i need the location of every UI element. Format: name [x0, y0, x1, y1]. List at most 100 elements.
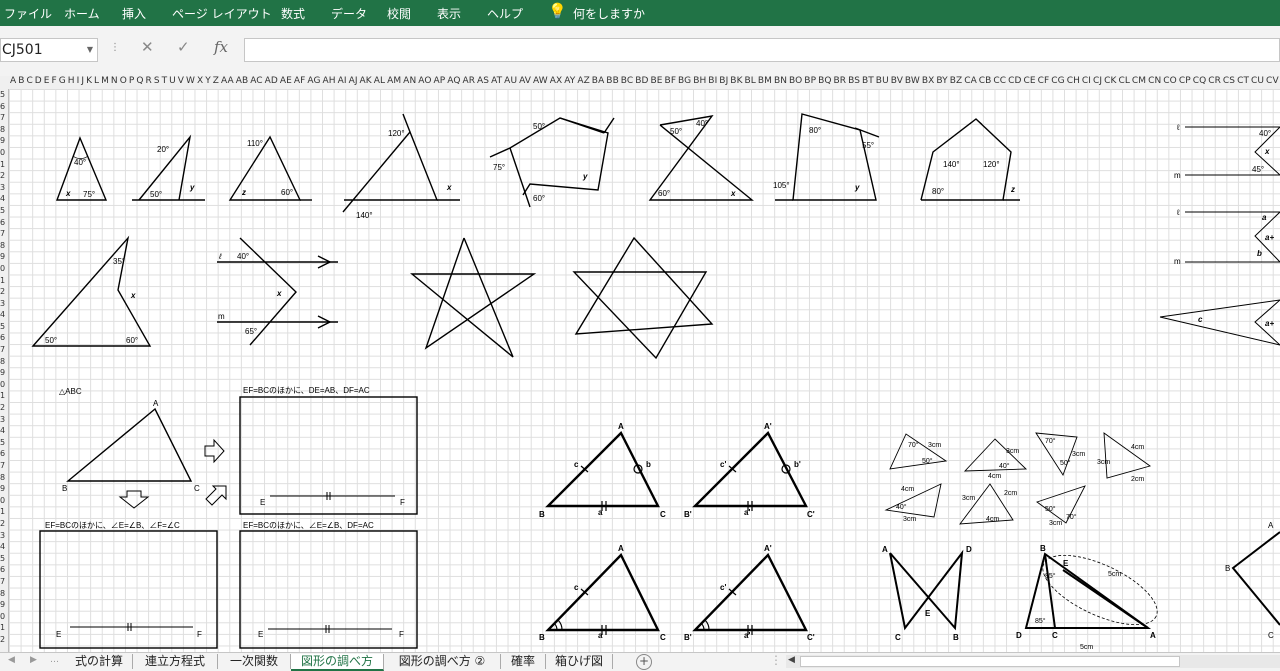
angle-label: 80°: [809, 126, 821, 135]
rhombus-shape[interactable]: [1231, 531, 1280, 626]
angle-label: x: [65, 189, 71, 198]
more-options-icon[interactable]: ⋮: [110, 42, 120, 53]
measure-label: 50°: [1045, 505, 1056, 513]
menu-data[interactable]: データ: [331, 5, 367, 22]
side-label: a': [744, 631, 750, 640]
scrollbar-thumb[interactable]: [800, 656, 1180, 667]
tab-simultaneous[interactable]: 連立方程式: [133, 654, 218, 669]
vertex-label: B': [684, 633, 692, 642]
angle-label: 40°: [1259, 129, 1271, 138]
menu-formulas[interactable]: 数式: [281, 5, 305, 22]
menu-insert[interactable]: 挿入: [122, 5, 146, 22]
bowtie-shape[interactable]: [648, 115, 754, 201]
chevron-down-icon[interactable]: ▼: [87, 39, 93, 61]
prev-sheet-icon[interactable]: ◀: [8, 655, 15, 665]
measure-label: 40°: [999, 462, 1010, 470]
polygon-shape[interactable]: [489, 117, 615, 208]
vertex-label: C: [660, 510, 666, 519]
parallel-lines-figure[interactable]: [1159, 126, 1280, 346]
overlapping-triangles[interactable]: [1024, 552, 1152, 629]
vertex-label: A: [618, 544, 624, 553]
measure-label: 50°: [1060, 459, 1071, 467]
vertex-label: C': [807, 510, 815, 519]
angle-label: 75°: [493, 163, 505, 172]
scroll-left-icon[interactable]: ◀: [788, 655, 795, 665]
triangle-pair[interactable]: [545, 430, 808, 632]
vertex-label: B: [539, 633, 545, 642]
more-options-icon[interactable]: ⋮: [770, 653, 782, 667]
measure-label: 4cm: [988, 473, 1001, 480]
box-caption: EF=BCのほかに、∠E=∠B、DF=AC: [243, 521, 374, 530]
vertex-label: B: [1225, 564, 1230, 573]
angle-label: y: [189, 183, 195, 192]
tab-boxplot[interactable]: 箱ひげ図: [546, 654, 613, 669]
add-sheet-button[interactable]: +: [636, 654, 652, 670]
measure-label: 5cm: [1108, 571, 1121, 578]
vertex-label: E: [56, 630, 61, 639]
vertex-label: A: [1268, 521, 1274, 530]
angle-label: 45°: [1252, 165, 1264, 174]
more-sheets-icon[interactable]: …: [50, 655, 59, 665]
formula-input[interactable]: [244, 38, 1280, 62]
tab-figure-study[interactable]: 図形の調べ方: [291, 654, 384, 671]
vertex-label: C: [1268, 631, 1274, 640]
enter-icon[interactable]: ✓: [177, 38, 190, 56]
menu-file[interactable]: ファイル: [4, 5, 52, 22]
vertex-label: E: [258, 630, 263, 639]
angle-label: 80°: [932, 187, 944, 196]
line-label: m: [218, 312, 225, 321]
angle-label: x: [130, 291, 136, 300]
tab-expression[interactable]: 式の計算: [66, 654, 133, 669]
menu-page-layout[interactable]: ページ レイアウト: [172, 5, 272, 22]
angle-label: 120°: [388, 129, 405, 138]
menu-view[interactable]: 表示: [437, 5, 461, 22]
lightbulb-icon[interactable]: 💡: [548, 2, 567, 20]
column-headers[interactable]: A B C D E F G H I J K L M N O P Q R S T …: [0, 76, 1280, 90]
drawing-canvas: 40° x 75° 20° 50° y 110° z 60° 120° x 14…: [31, 113, 1280, 651]
measure-label: 3cm: [928, 442, 941, 449]
vertex-label: F: [399, 630, 404, 639]
horizontal-scrollbar[interactable]: ◀: [786, 655, 1280, 668]
small-triangles[interactable]: [884, 432, 1152, 525]
row-headers[interactable]: 5 6 7 8 9 0 1 2 3 4 5 6 7 8 9 0 1 2 3 4 …: [0, 89, 9, 652]
name-box[interactable]: CJ501 ▼: [0, 38, 98, 62]
side-label: b: [646, 460, 651, 469]
arrow-diagonal-icon: [205, 485, 227, 506]
vertex-label: A': [764, 422, 772, 431]
angle-label: 120°: [983, 160, 1000, 169]
quadrilateral-shape[interactable]: [775, 113, 880, 201]
vertex-label: A': [764, 544, 772, 553]
line-label: ℓ: [1176, 123, 1180, 132]
hexagram-shape[interactable]: [572, 236, 714, 360]
angle-label: 60°: [533, 194, 545, 203]
angle-label: 35°: [113, 257, 125, 266]
angle-label: 50°: [533, 122, 545, 131]
angle-label: y: [582, 172, 588, 181]
angle-label: a+: [1265, 319, 1274, 328]
menu-home[interactable]: ホーム: [64, 5, 100, 22]
tell-me-search[interactable]: 何をしますか: [573, 5, 645, 22]
measure-label: 70°: [1066, 513, 1077, 521]
angle-label: x: [276, 289, 282, 298]
next-sheet-icon[interactable]: ▶: [30, 655, 37, 665]
angle-label: c: [1198, 315, 1203, 324]
star-shape[interactable]: [410, 237, 537, 358]
menu-bar: ファイル ホーム 挿入 ページ レイアウト 数式 データ 校閲 表示 ヘルプ 💡…: [0, 0, 1280, 26]
sheet-tab-bar: ◀ ▶ … 式の計算 連立方程式 一次関数 図形の調べ方 図形の調べ方 ② 確率…: [0, 652, 1280, 671]
cell-grid[interactable]: 40° x 75° 20° 50° y 110° z 60° 120° x 14…: [9, 89, 1280, 652]
triangle-shape[interactable]: [55, 136, 108, 201]
triangle-abc[interactable]: [66, 407, 193, 482]
tab-probability[interactable]: 確率: [501, 654, 546, 669]
vertex-label: E: [1063, 559, 1069, 568]
angle-label: 40°: [696, 119, 708, 128]
insert-function-icon[interactable]: fx: [214, 38, 228, 56]
tab-linear-function[interactable]: 一次関数: [218, 654, 291, 669]
vertex-label: B: [62, 484, 67, 493]
menu-review[interactable]: 校閲: [387, 5, 411, 22]
menu-help[interactable]: ヘルプ: [487, 5, 523, 22]
vertex-label: F: [197, 630, 202, 639]
cancel-icon[interactable]: ✕: [141, 38, 154, 56]
side-label: a': [744, 508, 750, 517]
tab-figure-study-2[interactable]: 図形の調べ方 ②: [384, 654, 501, 669]
measure-label: 3cm: [1006, 448, 1019, 455]
